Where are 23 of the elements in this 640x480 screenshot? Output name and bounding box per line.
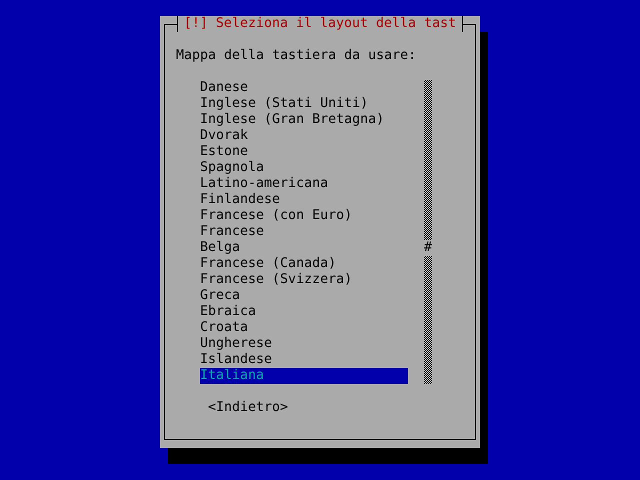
list-item[interactable]: Francese (Canada) bbox=[200, 256, 408, 272]
list-item[interactable]: Islandese bbox=[200, 352, 408, 368]
list-item[interactable]: Spagnola bbox=[200, 160, 408, 176]
prompt-label: Mappa della tastiera da usare: bbox=[176, 48, 416, 63]
dialog-title: [!] Seleziona il layout della tast bbox=[176, 16, 464, 32]
list-item[interactable]: Croata bbox=[200, 320, 408, 336]
list-item[interactable]: Inglese (Gran Bretagna) bbox=[200, 112, 408, 128]
list-item[interactable]: Dvorak bbox=[200, 128, 408, 144]
list-item[interactable]: Finlandese bbox=[200, 192, 408, 208]
list-item[interactable]: Greca bbox=[200, 288, 408, 304]
list-item[interactable]: Francese bbox=[200, 224, 408, 240]
scrollbar-thumb[interactable]: # bbox=[424, 240, 432, 256]
list-item[interactable]: Estone bbox=[200, 144, 408, 160]
list-item[interactable]: Francese (con Euro) bbox=[200, 208, 408, 224]
list-item[interactable]: Inglese (Stati Uniti) bbox=[200, 96, 408, 112]
list-item[interactable]: Ungherese bbox=[200, 336, 408, 352]
list-item[interactable]: Belga bbox=[200, 240, 408, 256]
list-item[interactable]: Italiana bbox=[200, 368, 408, 384]
list-item[interactable]: Latino-americana bbox=[200, 176, 408, 192]
list-item[interactable]: Ebraica bbox=[200, 304, 408, 320]
list-item[interactable]: Danese bbox=[200, 80, 408, 96]
list-item[interactable]: Francese (Svizzera) bbox=[200, 272, 408, 288]
back-button[interactable]: <Indietro> bbox=[208, 400, 288, 416]
